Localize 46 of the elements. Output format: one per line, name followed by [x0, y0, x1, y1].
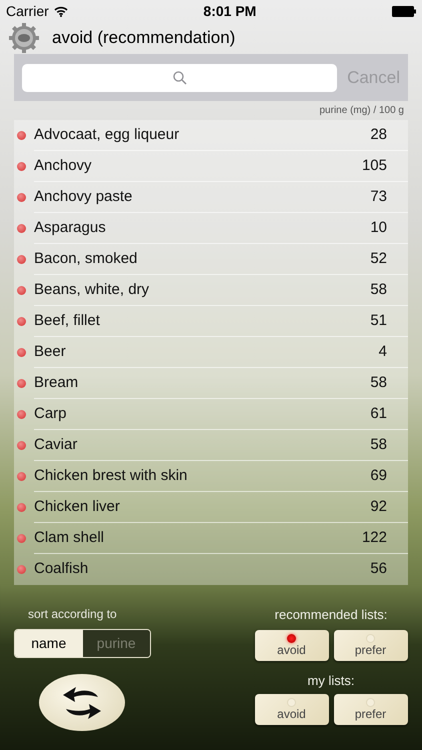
food-name: Beans, white, dry	[34, 280, 150, 300]
list-radio-button[interactable]: avoid	[254, 630, 328, 660]
sort-option-tab[interactable]: name	[15, 630, 82, 657]
purine-value: 73	[370, 186, 387, 207]
my-lists-label: my lists:	[308, 672, 354, 690]
wifi-icon	[54, 6, 68, 16]
purine-value: 28	[370, 124, 387, 145]
purine-value: 92	[370, 496, 387, 517]
food-name: Bream	[34, 372, 78, 393]
food-name: Clam shell	[34, 528, 104, 548]
recommended-lists-label: recommended lists:	[274, 606, 388, 624]
battery-icon	[392, 6, 416, 16]
purine-value: 4	[378, 342, 387, 362]
purine-value: 105	[362, 156, 387, 176]
food-name: Coalfish	[34, 559, 88, 580]
purine-value: 58	[370, 434, 387, 455]
food-name: Asparagus	[34, 218, 106, 238]
food-name: Chicken liver	[34, 496, 120, 517]
screen-title: avoid (recommendation)	[52, 27, 236, 50]
food-name: Caviar	[34, 434, 78, 455]
food-name: Beer	[34, 342, 66, 362]
column-caption: purine (mg) / 100 g	[320, 104, 404, 118]
search-field[interactable]	[22, 64, 338, 92]
food-name: Bacon, smoked	[34, 248, 138, 269]
purine-value: 56	[370, 559, 387, 580]
food-name: Chicken brest with skin	[34, 466, 188, 486]
purine-value: 51	[370, 310, 387, 331]
purine-value: 58	[370, 372, 387, 393]
food-name: Beef, fillet	[34, 310, 100, 331]
purine-value: 122	[362, 528, 387, 548]
purine-value: 52	[370, 248, 387, 269]
food-name: Anchovy paste	[34, 186, 132, 207]
list-radio-button[interactable]: prefer	[334, 630, 408, 660]
purine-value: 10	[370, 218, 387, 238]
search-icon	[172, 70, 187, 84]
food-name: Advocaat, egg liqueur	[34, 124, 180, 145]
purine-value: 58	[370, 280, 387, 300]
purine-value: 61	[370, 404, 387, 424]
carrier-label: Carrier	[6, 2, 49, 20]
sort-label: sort according to	[28, 606, 117, 623]
food-name: Carp	[34, 404, 67, 424]
food-name: Anchovy	[34, 156, 92, 176]
list-radio-button[interactable]: avoid	[254, 694, 328, 725]
purine-value: 69	[370, 466, 387, 486]
clock-time: 8:01 PM	[203, 2, 256, 20]
list-radio-button[interactable]: prefer	[334, 694, 408, 725]
